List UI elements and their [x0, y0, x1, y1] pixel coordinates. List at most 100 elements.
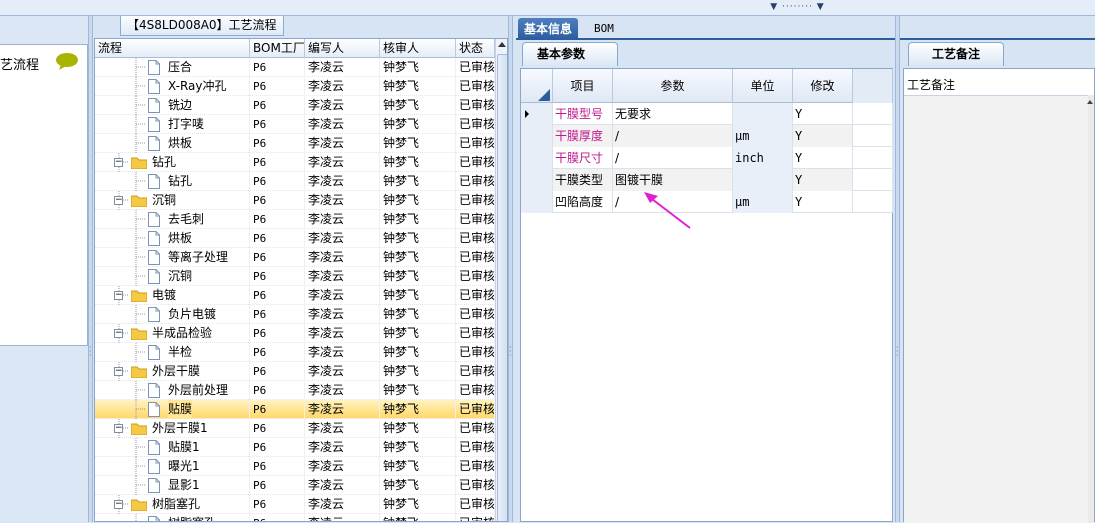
- row-indicator[interactable]: [521, 125, 553, 147]
- table-row[interactable]: X-Ray冲孔 P6 李凌云 钟梦飞 已审核: [95, 77, 495, 96]
- collapse-toggle-icon[interactable]: −: [114, 291, 123, 300]
- param-unit-cell[interactable]: [733, 169, 793, 191]
- flow-cell[interactable]: − 电镀: [95, 286, 250, 305]
- column-header-reviewer[interactable]: 核审人: [380, 39, 456, 58]
- param-unit-cell[interactable]: [733, 103, 793, 125]
- flow-cell[interactable]: − 树脂塞孔: [95, 495, 250, 514]
- row-indicator[interactable]: [521, 191, 553, 213]
- flow-cell[interactable]: 打字唛: [95, 115, 250, 134]
- flow-cell[interactable]: 铣边: [95, 96, 250, 115]
- param-modify-cell[interactable]: Y: [793, 125, 853, 147]
- scrollbar-thumb[interactable]: [497, 54, 507, 521]
- table-row[interactable]: − 树脂塞孔 P6 李凌云 钟梦飞 已审核: [95, 495, 495, 514]
- flow-cell[interactable]: 负片电镀: [95, 305, 250, 324]
- param-unit-cell[interactable]: μm: [733, 125, 793, 147]
- row-indicator[interactable]: [521, 103, 553, 125]
- notes-scrollbar[interactable]: [1088, 95, 1094, 523]
- param-unit-cell[interactable]: μm: [733, 191, 793, 213]
- table-row[interactable]: 钻孔 P6 李凌云 钟梦飞 已审核: [95, 172, 495, 191]
- column-header-unit[interactable]: 单位: [733, 69, 793, 103]
- column-header-bom[interactable]: BOM工厂: [250, 39, 305, 58]
- tab-basic-info[interactable]: 基本信息: [518, 18, 579, 40]
- param-value-cell[interactable]: /: [613, 125, 733, 147]
- table-row[interactable]: 沉铜 P6 李凌云 钟梦飞 已审核: [95, 267, 495, 286]
- column-header-item[interactable]: 项目: [553, 69, 613, 103]
- left-panel-label[interactable]: 艺流程: [0, 54, 39, 73]
- flow-cell[interactable]: 压合: [95, 58, 250, 77]
- table-row[interactable]: − 外层干膜 P6 李凌云 钟梦飞 已审核: [95, 362, 495, 381]
- table-row[interactable]: 树脂塞孔 P6李凌云钟梦飞已审核: [95, 514, 495, 521]
- param-item-cell[interactable]: 凹陷高度: [553, 191, 613, 213]
- table-row[interactable]: 等离子处理 P6 李凌云 钟梦飞 已审核: [95, 248, 495, 267]
- row-indicator[interactable]: [521, 147, 553, 169]
- table-row[interactable]: 烘板 P6 李凌云 钟梦飞 已审核: [95, 134, 495, 153]
- param-modify-cell[interactable]: Y: [793, 103, 853, 125]
- flow-cell[interactable]: 贴膜1: [95, 438, 250, 457]
- collapse-toggle-icon[interactable]: −: [114, 196, 123, 205]
- left-splitter[interactable]: · · ·: [88, 16, 93, 522]
- collapse-toggle-icon[interactable]: −: [114, 329, 123, 338]
- flow-cell[interactable]: 钻孔: [95, 172, 250, 191]
- collapse-toggle-icon[interactable]: −: [114, 367, 123, 376]
- table-row[interactable]: 干膜类型 图镀干膜 Y: [521, 169, 893, 191]
- flow-cell[interactable]: 沉铜: [95, 267, 250, 286]
- table-row[interactable]: 铣边 P6 李凌云 钟梦飞 已审核: [95, 96, 495, 115]
- table-row[interactable]: 打字唛 P6 李凌云 钟梦飞 已审核: [95, 115, 495, 134]
- notes-textarea[interactable]: [904, 95, 1090, 523]
- flow-cell[interactable]: 烘板: [95, 134, 250, 153]
- param-item-cell[interactable]: 干膜厚度: [553, 125, 613, 147]
- table-row[interactable]: − 沉铜 P6 李凌云 钟梦飞 已审核: [95, 191, 495, 210]
- table-row[interactable]: 曝光1 P6 李凌云 钟梦飞 已审核: [95, 457, 495, 476]
- table-row[interactable]: 显影1 P6 李凌云 钟梦飞 已审核: [95, 476, 495, 495]
- param-value-cell[interactable]: /: [613, 147, 733, 169]
- table-row[interactable]: 去毛刺 P6 李凌云 钟梦飞 已审核: [95, 210, 495, 229]
- flow-cell[interactable]: − 外层干膜1: [95, 419, 250, 438]
- table-row[interactable]: 贴膜 P6 李凌云 钟梦飞 已审核: [95, 400, 495, 419]
- flow-cell[interactable]: 树脂塞孔: [95, 514, 250, 521]
- param-unit-cell[interactable]: inch: [733, 147, 793, 169]
- splitter-grip-icon[interactable]: ▼ ········ ▼: [765, 2, 830, 12]
- table-row[interactable]: 干膜厚度 / μm Y: [521, 125, 893, 147]
- param-item-cell[interactable]: 干膜型号: [553, 103, 613, 125]
- tab-process-notes[interactable]: 工艺备注: [908, 42, 1004, 66]
- flow-cell[interactable]: − 钻孔: [95, 153, 250, 172]
- table-row[interactable]: 烘板 P6 李凌云 钟梦飞 已审核: [95, 229, 495, 248]
- middle-splitter[interactable]: · · ·: [508, 16, 513, 522]
- tab-bom[interactable]: BOM: [588, 18, 620, 40]
- table-row[interactable]: 压合 P6 李凌云 钟梦飞 已审核: [95, 58, 495, 77]
- table-row[interactable]: − 钻孔 P6 李凌云 钟梦飞 已审核: [95, 153, 495, 172]
- table-row[interactable]: 贴膜1 P6 李凌云 钟梦飞 已审核: [95, 438, 495, 457]
- table-row[interactable]: − 半成品检验 P6 李凌云 钟梦飞 已审核: [95, 324, 495, 343]
- column-header-param[interactable]: 参数: [613, 69, 733, 103]
- column-header-modify[interactable]: 修改: [793, 69, 853, 103]
- flow-cell[interactable]: 曝光1: [95, 457, 250, 476]
- right-splitter[interactable]: · · ·: [895, 16, 900, 522]
- param-item-cell[interactable]: 干膜尺寸: [553, 147, 613, 169]
- table-row[interactable]: − 外层干膜1 P6 李凌云 钟梦飞 已审核: [95, 419, 495, 438]
- param-modify-cell[interactable]: Y: [793, 147, 853, 169]
- tab-basic-params[interactable]: 基本参数: [522, 42, 618, 66]
- scroll-up-arrow-icon[interactable]: [1087, 100, 1093, 104]
- collapse-toggle-icon[interactable]: −: [114, 424, 123, 433]
- table-row[interactable]: 外层前处理 P6 李凌云 钟梦飞 已审核: [95, 381, 495, 400]
- flow-cell[interactable]: X-Ray冲孔: [95, 77, 250, 96]
- flow-cell[interactable]: 外层前处理: [95, 381, 250, 400]
- table-row[interactable]: 凹陷高度 / μm Y: [521, 191, 893, 213]
- flow-cell[interactable]: 去毛刺: [95, 210, 250, 229]
- param-value-cell[interactable]: 无要求: [613, 103, 733, 125]
- row-indicator[interactable]: [521, 169, 553, 191]
- column-header-flow[interactable]: 流程: [95, 39, 250, 58]
- speech-bubble-icon[interactable]: [55, 52, 79, 70]
- table-row[interactable]: 干膜尺寸 / inch Y: [521, 147, 893, 169]
- param-modify-cell[interactable]: Y: [793, 169, 853, 191]
- table-row[interactable]: 半检 P6 李凌云 钟梦飞 已审核: [95, 343, 495, 362]
- collapse-toggle-icon[interactable]: −: [114, 500, 123, 509]
- param-item-cell[interactable]: 干膜类型: [553, 169, 613, 191]
- scroll-up-arrow-icon[interactable]: [498, 42, 506, 47]
- flow-cell[interactable]: 烘板: [95, 229, 250, 248]
- param-modify-cell[interactable]: Y: [793, 191, 853, 213]
- flow-cell[interactable]: 显影1: [95, 476, 250, 495]
- flow-cell[interactable]: − 外层干膜: [95, 362, 250, 381]
- flow-cell[interactable]: 等离子处理: [95, 248, 250, 267]
- flow-cell[interactable]: − 半成品检验: [95, 324, 250, 343]
